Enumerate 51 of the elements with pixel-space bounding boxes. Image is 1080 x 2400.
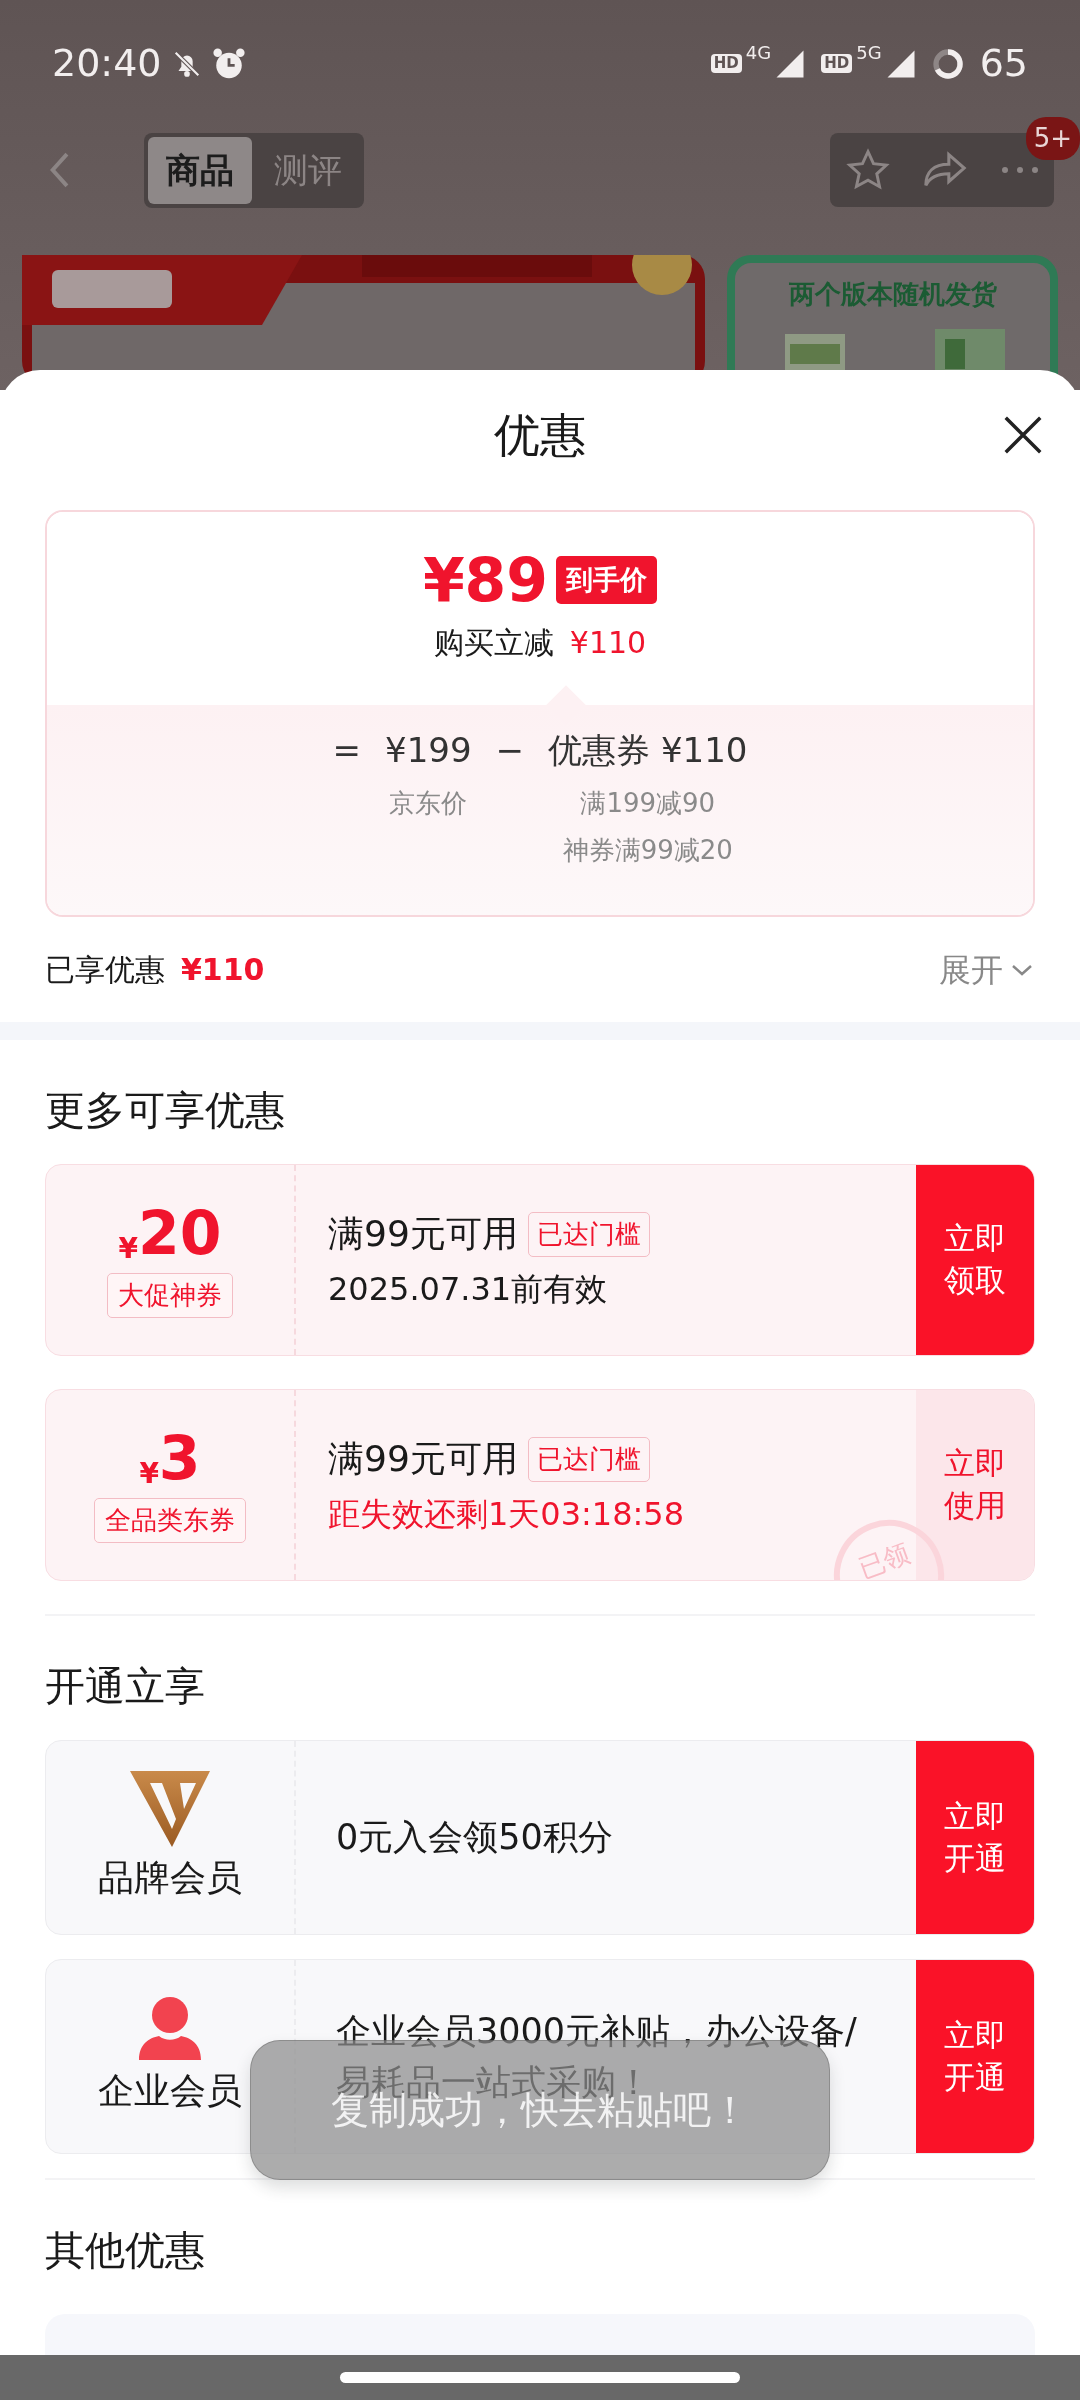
sheet-title: 优惠 bbox=[494, 406, 586, 464]
equals-sign: = bbox=[332, 729, 362, 772]
open-membership-button[interactable]: 立即开通 bbox=[916, 1960, 1034, 2153]
network-label: 5G bbox=[856, 40, 882, 65]
network-label: 4G bbox=[745, 40, 772, 65]
coupon-tag: 大促神券 bbox=[107, 1272, 233, 1318]
enjoyed-amount: ¥110 bbox=[181, 951, 265, 989]
hd-label: HD bbox=[821, 54, 853, 73]
coupon-total: 优惠券 ¥110 bbox=[548, 729, 748, 772]
tab[interactable]: 测评 bbox=[256, 136, 360, 204]
threshold-badge: 已达门槛 bbox=[527, 1436, 650, 1482]
tab[interactable]: 商品 bbox=[148, 136, 252, 204]
section-heading: 开通立享 bbox=[44, 1662, 206, 1711]
coupon-action-button[interactable]: 立即领取 bbox=[916, 1165, 1034, 1355]
validity-text: 2025.07.31前有效 bbox=[328, 1269, 609, 1310]
coupon-detail: 神券满99减20 bbox=[562, 834, 733, 867]
battery-level: 65 bbox=[979, 40, 1028, 87]
coupon-condition: 满99元可用 bbox=[328, 1437, 518, 1481]
coupon-amount: ¥20 bbox=[118, 1202, 222, 1263]
expand-button[interactable]: 展开 bbox=[939, 945, 1035, 994]
coupon-detail: 满199减90 bbox=[580, 787, 716, 820]
hd-label: HD bbox=[710, 54, 742, 73]
coupon-action-button[interactable]: 立即使用 bbox=[916, 1390, 1034, 1580]
base-price-label: 京东价 bbox=[389, 787, 468, 820]
signal-icon bbox=[885, 48, 916, 79]
battery-ring-icon bbox=[931, 47, 964, 80]
section-heading: 更多可享优惠 bbox=[44, 1086, 286, 1135]
alarm-icon bbox=[211, 46, 246, 81]
signal-icon bbox=[775, 48, 806, 79]
reduction-label: 购买立减 bbox=[433, 624, 554, 662]
base-price: ¥199 bbox=[385, 729, 472, 772]
enjoyed-label: 已享优惠 bbox=[45, 951, 165, 989]
coupon-condition: 满99元可用 bbox=[328, 1212, 518, 1256]
coupon-tag: 全品类东券 bbox=[94, 1497, 246, 1543]
threshold-badge: 已达门槛 bbox=[527, 1211, 650, 1257]
reduction-amount: ¥110 bbox=[569, 624, 647, 662]
v-logo-icon bbox=[130, 1770, 210, 1847]
final-price: ¥89 bbox=[422, 550, 549, 610]
countdown-text: 距失效还剩1天03:18:58 bbox=[328, 1494, 686, 1535]
membership-name: 品牌会员 bbox=[98, 1855, 242, 1900]
coupon-amount: ¥3 bbox=[139, 1427, 201, 1488]
membership-name: 企业会员 bbox=[98, 2068, 242, 2113]
open-membership-button[interactable]: 立即开通 bbox=[916, 1741, 1034, 1934]
membership-description: 0元入会领50积分 bbox=[335, 1816, 614, 1860]
minus-sign: − bbox=[495, 729, 525, 772]
price-tag: 到手价 bbox=[556, 555, 658, 605]
product-note: 两个版本随机发货 bbox=[787, 278, 998, 311]
notification-badge: 5+ bbox=[1025, 117, 1080, 160]
person-icon bbox=[137, 1995, 203, 2060]
clock-time: 20:40 bbox=[52, 40, 162, 87]
section-heading: 其他优惠 bbox=[44, 2226, 206, 2275]
